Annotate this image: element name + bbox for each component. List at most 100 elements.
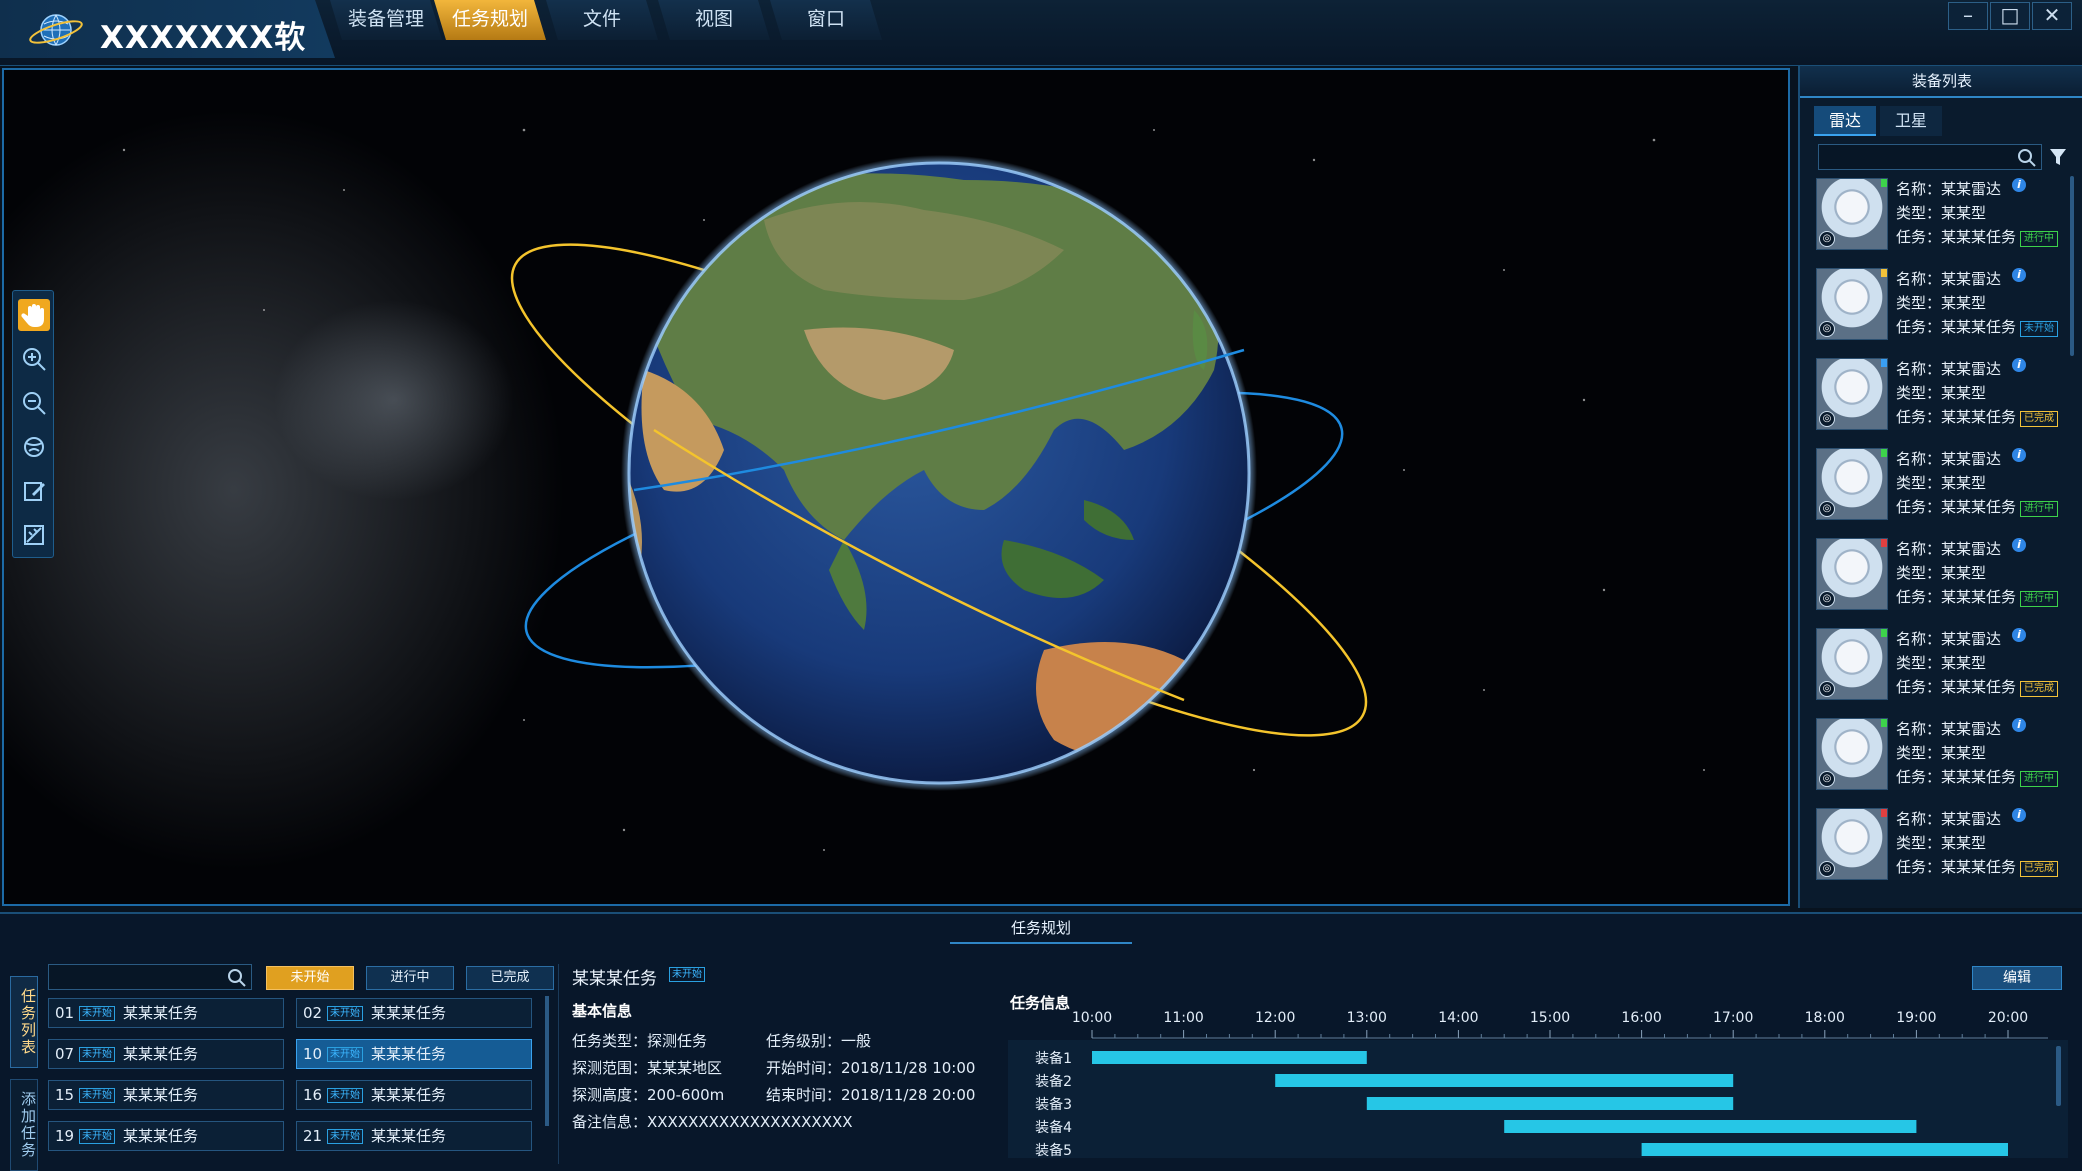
task-status-badge: 未开始 bbox=[79, 1006, 115, 1021]
task-note: 备注信息：XXXXXXXXXXXXXXXXXXXX bbox=[572, 1113, 853, 1131]
schedule-bar[interactable] bbox=[1275, 1074, 1734, 1087]
equipment-item[interactable]: ◎ 名称：某某雷达 类型：某某型 任务：某某某任务 i 进行中 bbox=[1816, 444, 2064, 528]
hour-tick-label: 13:00 bbox=[1347, 1010, 1387, 1026]
schedule-bar[interactable] bbox=[1366, 1097, 1734, 1110]
locate-icon[interactable]: ◎ bbox=[1819, 771, 1835, 787]
equipment-row-label: 装备2 bbox=[1035, 1073, 1072, 1090]
task-item[interactable]: 01 未开始 某某某任务 bbox=[48, 998, 284, 1028]
locate-icon[interactable]: ◎ bbox=[1819, 231, 1835, 247]
search-icon[interactable] bbox=[227, 968, 247, 988]
info-icon[interactable]: i bbox=[2012, 268, 2026, 282]
tab-satellite[interactable]: 卫星 bbox=[1880, 106, 1942, 136]
task-name: 某某某任务 bbox=[371, 1086, 447, 1104]
equipment-status-badge: 进行中 bbox=[2020, 771, 2058, 787]
menu-view[interactable]: 视图 bbox=[658, 0, 770, 40]
equipment-task: 任务：某某某任务 bbox=[1896, 858, 2017, 876]
task-name: 某某某任务 bbox=[371, 1004, 447, 1022]
timeline-scrollbar[interactable] bbox=[2056, 1046, 2061, 1106]
equipment-status-badge: 已完成 bbox=[2020, 411, 2058, 427]
zoom-in-icon[interactable] bbox=[18, 343, 50, 375]
menu-task-planning[interactable]: 任务规划 bbox=[434, 0, 546, 40]
locate-icon[interactable]: ◎ bbox=[1819, 681, 1835, 697]
schedule-bar[interactable] bbox=[1641, 1143, 2008, 1156]
hour-tick-label: 20:00 bbox=[1988, 1010, 2028, 1026]
maximize-button[interactable]: □ bbox=[1990, 2, 2030, 30]
locate-icon[interactable]: ◎ bbox=[1819, 591, 1835, 607]
task-item[interactable]: 19 未开始 某某某任务 bbox=[48, 1121, 284, 1151]
globe-view[interactable] bbox=[2, 68, 1790, 906]
task-id: 10 bbox=[303, 1045, 323, 1063]
task-list-scrollbar[interactable] bbox=[545, 996, 549, 1126]
locate-icon[interactable]: ◎ bbox=[1819, 411, 1835, 427]
globe-reset-icon[interactable] bbox=[18, 431, 50, 463]
menu-equipment[interactable]: 装备管理 bbox=[330, 0, 442, 40]
tab-add-task[interactable]: 添加任务 bbox=[10, 1079, 38, 1171]
equipment-search-input[interactable] bbox=[1818, 144, 2042, 170]
info-icon[interactable]: i bbox=[2012, 178, 2026, 192]
task-level: 任务级别：一般 bbox=[766, 1032, 872, 1050]
zoom-out-icon[interactable] bbox=[18, 387, 50, 419]
measure-icon[interactable] bbox=[18, 519, 50, 551]
status-flag bbox=[1881, 269, 1887, 277]
info-icon[interactable]: i bbox=[2012, 538, 2026, 552]
close-button[interactable]: ✕ bbox=[2032, 2, 2072, 30]
equipment-name: 名称：某某雷达 bbox=[1896, 450, 2002, 468]
edit-icon[interactable] bbox=[18, 475, 50, 507]
task-name: 某某某任务 bbox=[123, 1045, 199, 1063]
info-icon[interactable]: i bbox=[2012, 628, 2026, 642]
equipment-task: 任务：某某某任务 bbox=[1896, 588, 2017, 606]
edit-button[interactable]: 编辑 bbox=[1972, 966, 2062, 990]
filter-not-started-button[interactable]: 未开始 bbox=[266, 966, 354, 990]
equipment-type: 类型：某某型 bbox=[1896, 654, 1987, 672]
equipment-type: 类型：某某型 bbox=[1896, 564, 1987, 582]
hour-tick-label: 14:00 bbox=[1438, 1010, 1478, 1026]
info-icon[interactable]: i bbox=[2012, 718, 2026, 732]
tab-radar[interactable]: 雷达 bbox=[1814, 106, 1876, 136]
menu-file[interactable]: 文件 bbox=[546, 0, 658, 40]
filter-completed-button[interactable]: 已完成 bbox=[466, 966, 554, 990]
filter-in-progress-button[interactable]: 进行中 bbox=[366, 966, 454, 990]
equipment-item[interactable]: ◎ 名称：某某雷达 类型：某某型 任务：某某某任务 i 已完成 bbox=[1816, 624, 2064, 708]
equipment-item[interactable]: ◎ 名称：某某雷达 类型：某某型 任务：某某某任务 i 进行中 bbox=[1816, 174, 2064, 258]
radar-thumbnail: ◎ bbox=[1816, 358, 1888, 430]
equipment-name: 名称：某某雷达 bbox=[1896, 540, 2002, 558]
equipment-type: 类型：某某型 bbox=[1896, 744, 1987, 762]
schedule-bar[interactable] bbox=[1092, 1051, 1367, 1064]
info-icon[interactable]: i bbox=[2012, 808, 2026, 822]
task-status-badge: 未开始 bbox=[327, 1129, 363, 1144]
task-item[interactable]: 10 未开始 某某某任务 bbox=[296, 1039, 532, 1069]
schedule-bar[interactable] bbox=[1504, 1120, 1917, 1133]
locate-icon[interactable]: ◎ bbox=[1819, 501, 1835, 517]
equipment-item[interactable]: ◎ 名称：某某雷达 类型：某某型 任务：某某某任务 i 进行中 bbox=[1816, 534, 2064, 618]
task-name: 某某某任务 bbox=[371, 1045, 447, 1063]
task-status-badge: 未开始 bbox=[79, 1129, 115, 1144]
equipment-scrollbar[interactable] bbox=[2070, 176, 2074, 356]
equipment-item[interactable]: ◎ 名称：某某雷达 类型：某某型 任务：某某某任务 i 未开始 bbox=[1816, 264, 2064, 348]
locate-icon[interactable]: ◎ bbox=[1819, 861, 1835, 877]
hour-tick-label: 10:00 bbox=[1072, 1010, 1112, 1026]
task-name: 某某某任务 bbox=[123, 1127, 199, 1145]
task-item[interactable]: 15 未开始 某某某任务 bbox=[48, 1080, 284, 1110]
task-item[interactable]: 07 未开始 某某某任务 bbox=[48, 1039, 284, 1069]
equipment-name: 名称：某某雷达 bbox=[1896, 270, 2002, 288]
equipment-item[interactable]: ◎ 名称：某某雷达 类型：某某型 任务：某某某任务 i 已完成 bbox=[1816, 354, 2064, 438]
equipment-item[interactable]: ◎ 名称：某某雷达 类型：某某型 任务：某某某任务 i 已完成 bbox=[1816, 804, 2064, 888]
locate-icon[interactable]: ◎ bbox=[1819, 321, 1835, 337]
task-item[interactable]: 21 未开始 某某某任务 bbox=[296, 1121, 532, 1151]
search-icon[interactable] bbox=[2017, 148, 2037, 168]
filter-icon[interactable] bbox=[2048, 146, 2068, 168]
menu-window[interactable]: 窗口 bbox=[770, 0, 882, 40]
hour-tick-label: 16:00 bbox=[1621, 1010, 1661, 1026]
globe-scene bbox=[4, 70, 1788, 904]
info-icon[interactable]: i bbox=[2012, 358, 2026, 372]
tab-task-list[interactable]: 任务列表 bbox=[10, 976, 38, 1068]
equipment-item[interactable]: ◎ 名称：某某雷达 类型：某某型 任务：某某某任务 i 进行中 bbox=[1816, 714, 2064, 798]
hand-pan-icon[interactable] bbox=[18, 299, 50, 331]
task-search-input[interactable] bbox=[48, 964, 252, 990]
task-height: 探测高度：200-600m bbox=[572, 1086, 725, 1104]
minimize-button[interactable]: – bbox=[1948, 2, 1988, 30]
task-item[interactable]: 16 未开始 某某某任务 bbox=[296, 1080, 532, 1110]
task-id: 07 bbox=[55, 1045, 75, 1063]
info-icon[interactable]: i bbox=[2012, 448, 2026, 462]
task-item[interactable]: 02 未开始 某某某任务 bbox=[296, 998, 532, 1028]
